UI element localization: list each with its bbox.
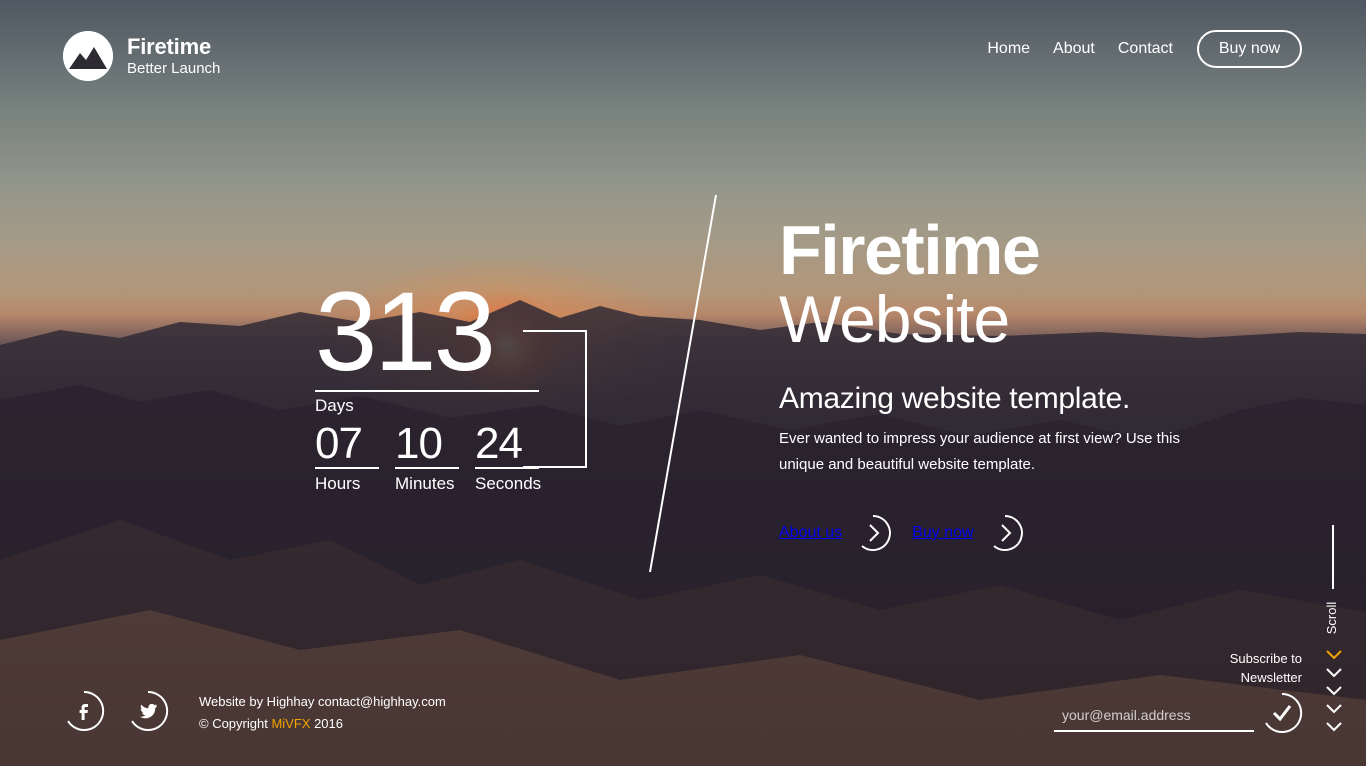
days-value: 313 (315, 269, 496, 394)
main-nav: Home About Contact Buy now (964, 30, 1302, 68)
nav-about-link[interactable]: About (1053, 40, 1095, 58)
twitter-icon[interactable] (127, 690, 169, 732)
chevron-right-circle-icon (986, 514, 1024, 552)
scroll-line (1332, 525, 1334, 589)
copyright-year: 2016 (314, 716, 343, 731)
buy-now-button[interactable]: Buy now (1197, 30, 1302, 68)
nav-home-link[interactable]: Home (987, 40, 1030, 58)
about-us-link[interactable]: About us (779, 514, 892, 552)
hero-description: Ever wanted to impress your audience at … (779, 430, 1181, 473)
mountain-logo-icon (63, 31, 113, 81)
about-us-label: About us (779, 524, 843, 541)
brand-tagline: Better Launch (127, 60, 221, 77)
newsletter-label-line2: Newsletter (1240, 670, 1302, 685)
newsletter-label-line1: Subscribe to (1229, 651, 1302, 666)
chevron-down-icon (1326, 686, 1342, 696)
checkmark-icon[interactable] (1261, 692, 1303, 734)
hours-label: Hours (315, 474, 361, 493)
days-label: Days (315, 396, 354, 415)
days-underline (315, 390, 539, 392)
newsletter-label: Subscribe to Newsletter (1230, 649, 1302, 687)
newsletter-email-input[interactable] (1054, 700, 1254, 732)
hero-title: Firetime (779, 211, 1041, 289)
chevron-down-icon (1326, 704, 1342, 714)
site-logo[interactable]: Firetime Better Launch (63, 31, 220, 81)
chevron-down-icon[interactable] (1325, 648, 1343, 660)
hero-tagline: Amazing website template. (779, 382, 1131, 415)
hero-section: Firetime Website Amazing website templat… (779, 210, 1229, 552)
hours-unit: 07 Hours (315, 422, 379, 494)
hero-buy-now-link[interactable]: Buy now (912, 514, 1023, 552)
countdown-bracket (523, 330, 587, 468)
credit-line: Website by Highhay contact@highhay.com (199, 694, 446, 709)
chevron-down-icon (1326, 668, 1342, 678)
hero-links: About us Buy now (779, 514, 1229, 552)
nav-contact-link[interactable]: Contact (1118, 40, 1173, 58)
minutes-label: Minutes (395, 474, 455, 493)
footer-credit: Website by Highhay contact@highhay.com ©… (199, 691, 446, 735)
facebook-icon[interactable] (63, 690, 105, 732)
hero-subtitle: Website (779, 282, 1010, 356)
copyright-prefix: © Copyright (199, 716, 268, 731)
hero-buy-now-label: Buy now (912, 524, 974, 541)
hours-value: 07 (315, 419, 363, 468)
seconds-label: Seconds (475, 474, 542, 493)
chevron-right-circle-icon (854, 514, 892, 552)
copyright-line: © Copyright MiVFX 2016 (199, 713, 446, 735)
copyright-brand-link[interactable]: MiVFX (271, 716, 310, 731)
minutes-value: 10 (395, 419, 443, 468)
scroll-label[interactable]: Scroll (1324, 598, 1344, 638)
minutes-unit: 10 Minutes (395, 422, 459, 494)
brand-name: Firetime (127, 34, 211, 59)
chevron-down-icon (1326, 722, 1342, 732)
